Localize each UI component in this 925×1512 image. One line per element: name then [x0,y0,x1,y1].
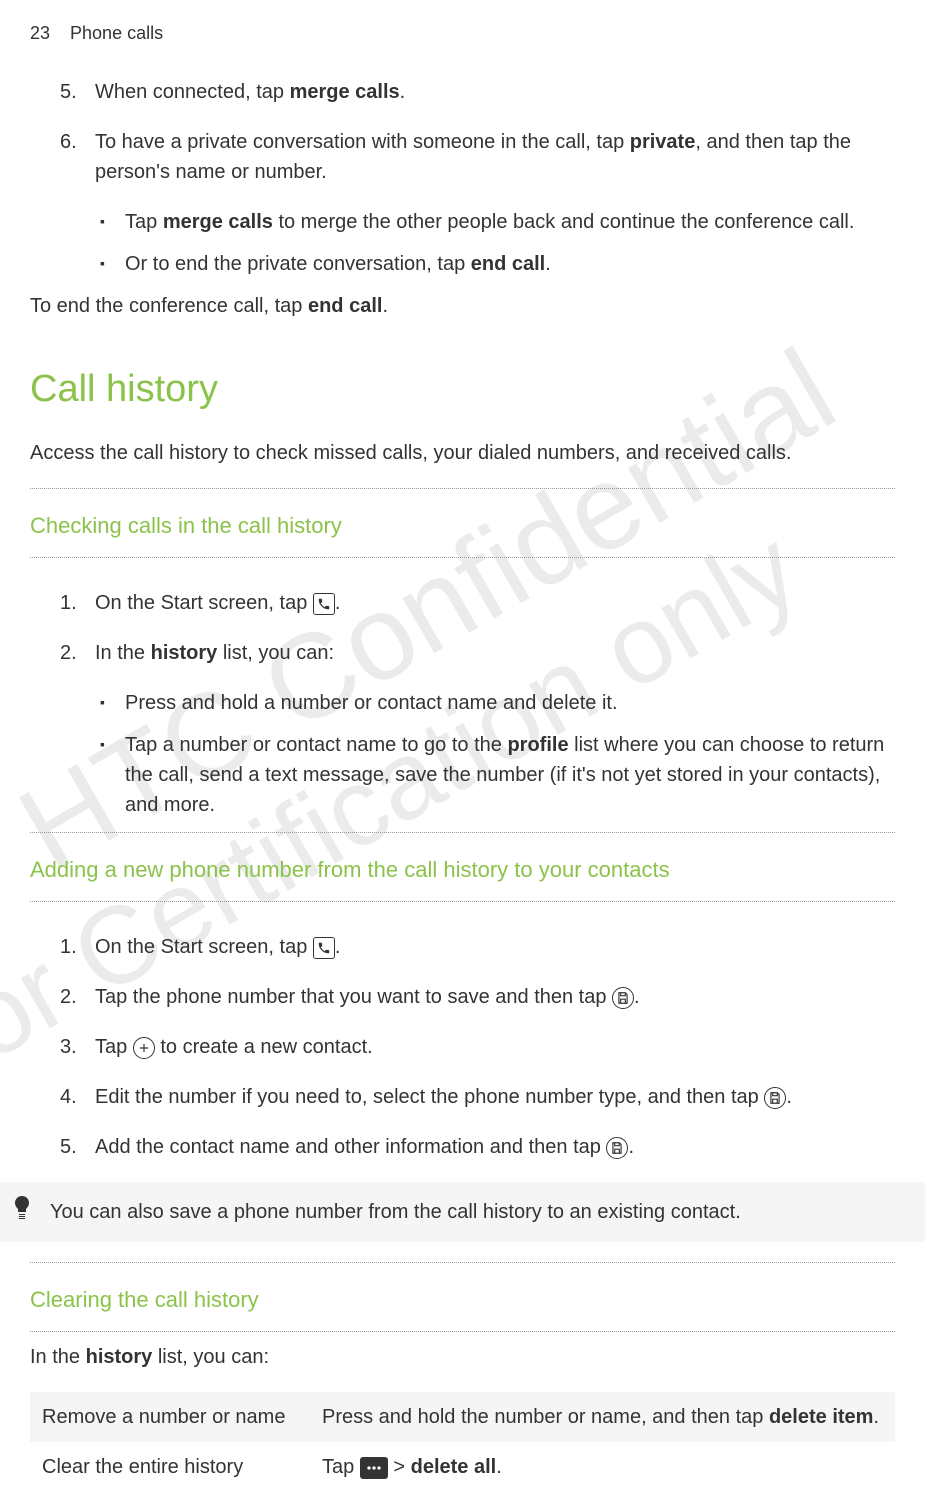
step-num: 2. [60,982,95,1012]
step-text: Edit the number if you need to, select t… [95,1082,895,1112]
table-cell-action: Remove a number or name [30,1392,310,1442]
bullet-text: Tap merge calls to merge the other peopl… [125,207,895,237]
step-text: In the history list, you can: [95,638,895,668]
step-text: To have a private conversation with some… [95,127,895,187]
step-5: 5. When connected, tap merge calls. [60,77,895,107]
phone-icon [313,593,335,615]
step-num: 4. [60,1082,95,1112]
divider [30,557,895,558]
step-text: When connected, tap merge calls. [95,77,895,107]
table-row: Clear the entire history Tap > delete al… [30,1442,895,1492]
step-num: 1. [60,932,95,962]
sub2-step-2: 2. Tap the phone number that you want to… [60,982,895,1012]
step-num: 2. [60,638,95,668]
bullet-text: Tap a number or contact name to go to th… [125,730,895,820]
step-num: 6. [60,127,95,187]
table-cell-action: Clear the entire history [30,1442,310,1492]
table-cell-desc: Press and hold the number or name, and t… [310,1392,895,1442]
step-text: Add the contact name and other informati… [95,1132,895,1162]
bullet-marker: ▪ [100,730,125,820]
bullet-endcall: ▪ Or to end the private conversation, ta… [100,249,895,279]
lightbulb-icon [10,1194,34,1224]
divider [30,832,895,833]
page-header: 23 Phone calls [30,20,895,47]
section-intro: Access the call history to check missed … [30,438,895,468]
page-number: 23 [30,20,50,47]
step-num: 5. [60,77,95,107]
sub2-step-4: 4. Edit the number if you need to, selec… [60,1082,895,1112]
phone-icon [313,937,335,959]
sub1-bullet-1: ▪ Press and hold a number or contact nam… [100,688,895,718]
step-text: On the Start screen, tap . [95,588,895,618]
bullet-marker: ▪ [100,688,125,718]
divider [30,1262,895,1263]
step-6: 6. To have a private conversation with s… [60,127,895,187]
step-text: Tap to create a new contact. [95,1032,895,1062]
table-cell-desc: Tap > delete all. [310,1442,895,1492]
save-icon [764,1087,786,1109]
sub2-step-5: 5. Add the contact name and other inform… [60,1132,895,1162]
subsection-checking-calls: Checking calls in the call history [30,509,895,542]
page-section-title: Phone calls [70,20,163,47]
bullet-marker: ▪ [100,249,125,279]
tip-text: You can also save a phone number from th… [50,1201,741,1223]
divider [30,488,895,489]
add-icon [133,1037,155,1059]
section-title-call-history: Call history [30,361,895,418]
sub2-step-1: 1. On the Start screen, tap . [60,932,895,962]
more-dots-icon [360,1457,388,1479]
clear-history-table: Remove a number or name Press and hold t… [30,1392,895,1492]
step-num: 3. [60,1032,95,1062]
bullet-marker: ▪ [100,207,125,237]
step-text: On the Start screen, tap . [95,932,895,962]
sub1-bullet-2: ▪ Tap a number or contact name to go to … [100,730,895,820]
sub1-step-1: 1. On the Start screen, tap . [60,588,895,618]
bullet-merge: ▪ Tap merge calls to merge the other peo… [100,207,895,237]
subsection-adding-number: Adding a new phone number from the call … [30,853,895,886]
save-icon [606,1137,628,1159]
step-num: 5. [60,1132,95,1162]
save-icon [612,987,634,1009]
divider [30,901,895,902]
bullet-text: Or to end the private conversation, tap … [125,249,895,279]
sub2-step-3: 3. Tap to create a new contact. [60,1032,895,1062]
paragraph-end-conference: To end the conference call, tap end call… [30,291,895,321]
tip-box: You can also save a phone number from th… [0,1182,925,1242]
table-row: Remove a number or name Press and hold t… [30,1392,895,1442]
sub1-step-2: 2. In the history list, you can: [60,638,895,668]
bullet-text: Press and hold a number or contact name … [125,688,895,718]
sub3-intro: In the history list, you can: [30,1342,895,1372]
step-num: 1. [60,588,95,618]
step-text: Tap the phone number that you want to sa… [95,982,895,1012]
subsection-clearing-history: Clearing the call history [30,1283,895,1316]
